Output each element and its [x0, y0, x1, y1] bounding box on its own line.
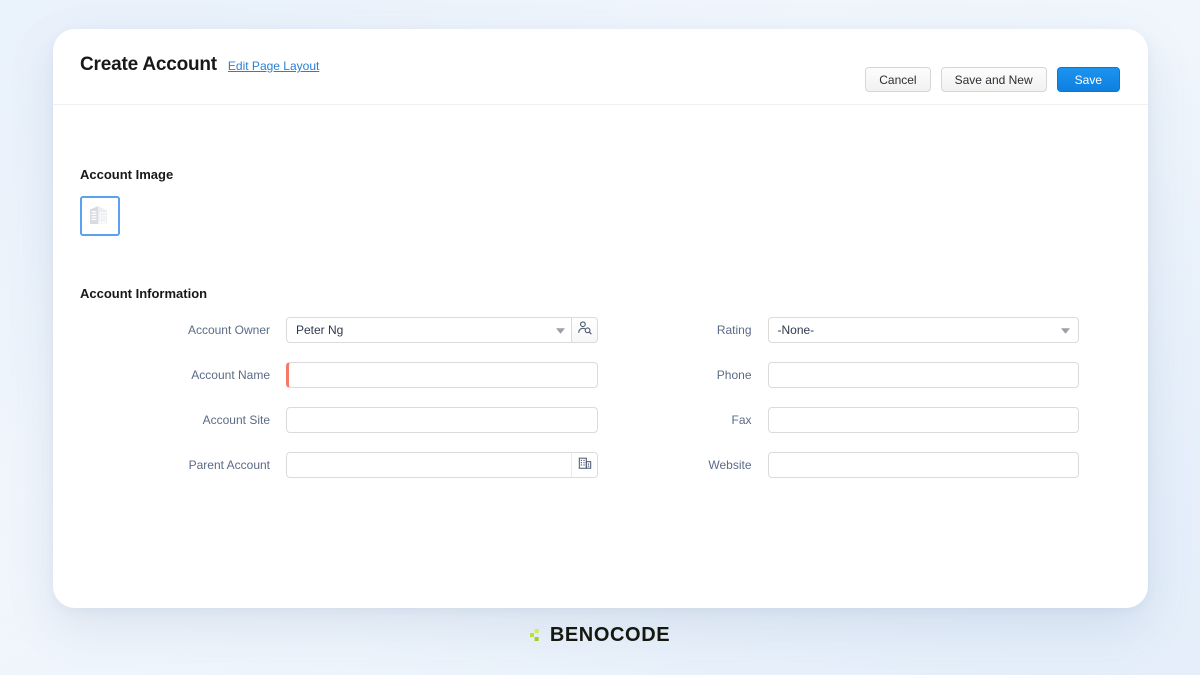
account-owner-value: Peter Ng — [296, 323, 344, 337]
rating-select[interactable]: -None- — [767, 317, 1079, 343]
fax-input[interactable] — [767, 407, 1079, 433]
rating-value: -None- — [777, 323, 815, 337]
label-account-owner: Account Owner — [187, 323, 270, 337]
card-header: Create Account Edit Page Layout Cancel S… — [53, 29, 1148, 105]
user-search-icon — [577, 320, 592, 340]
account-image-section: Account Image — [80, 167, 173, 236]
pixel-diamond-icon — [529, 624, 545, 647]
account-information-form: Account Owner Peter Ng Account Name Acco… — [53, 317, 1148, 478]
field-account-site: Account Site — [53, 407, 601, 433]
cancel-button[interactable]: Cancel — [865, 67, 931, 92]
control-rating: -None- — [767, 317, 1079, 343]
control-fax — [767, 407, 1079, 433]
label-rating: Rating — [716, 323, 752, 337]
parent-account-input[interactable] — [286, 452, 598, 478]
field-website: Website — [601, 452, 1149, 478]
field-rating: Rating -None- — [601, 317, 1149, 343]
edit-page-layout-link[interactable]: Edit Page Layout — [228, 59, 319, 73]
create-account-card: Create Account Edit Page Layout Cancel S… — [53, 29, 1148, 608]
field-account-name: Account Name — [53, 362, 601, 388]
label-account-site: Account Site — [202, 413, 270, 427]
form-column-left: Account Owner Peter Ng Account Name Acco… — [53, 317, 601, 478]
footer-logo: BENOCODE — [0, 624, 1200, 647]
label-account-name: Account Name — [191, 368, 270, 382]
save-and-new-button[interactable]: Save and New — [940, 67, 1047, 92]
form-column-right: Rating -None- Phone Fax Website — [601, 317, 1149, 478]
control-account-owner: Peter Ng — [286, 317, 598, 343]
header-actions: Cancel Save and New Save — [865, 67, 1120, 92]
account-image-thumbnail[interactable] — [80, 196, 120, 236]
control-website — [767, 452, 1079, 478]
label-website: Website — [708, 458, 752, 472]
account-information-heading: Account Information — [80, 286, 208, 301]
field-phone: Phone — [601, 362, 1149, 388]
label-fax: Fax — [731, 413, 752, 427]
account-owner-select[interactable]: Peter Ng — [286, 317, 571, 343]
account-name-input[interactable] — [286, 362, 598, 388]
account-owner-lookup-button[interactable] — [571, 317, 598, 343]
card-body: Account Image Account Information Accoun… — [53, 105, 1148, 608]
field-parent-account: Parent Account — [53, 452, 601, 478]
label-phone: Phone — [716, 368, 752, 382]
parent-account-lookup-button[interactable] — [571, 453, 597, 477]
phone-input[interactable] — [767, 362, 1079, 388]
field-account-owner: Account Owner Peter Ng — [53, 317, 601, 343]
control-phone — [767, 362, 1079, 388]
account-image-heading: Account Image — [80, 167, 174, 182]
title-group: Create Account Edit Page Layout — [80, 54, 319, 76]
label-parent-account: Parent Account — [188, 458, 270, 472]
control-account-name — [286, 362, 598, 388]
control-parent-account — [286, 452, 598, 478]
website-input[interactable] — [767, 452, 1079, 478]
field-fax: Fax — [601, 407, 1149, 433]
account-site-input[interactable] — [286, 407, 598, 433]
logo-text: BENOCODE — [549, 624, 671, 646]
save-button[interactable]: Save — [1056, 67, 1120, 92]
control-account-site — [286, 407, 598, 433]
building-lookup-icon — [578, 456, 592, 475]
company-building-icon — [87, 201, 113, 232]
page-title: Create Account — [80, 54, 217, 75]
